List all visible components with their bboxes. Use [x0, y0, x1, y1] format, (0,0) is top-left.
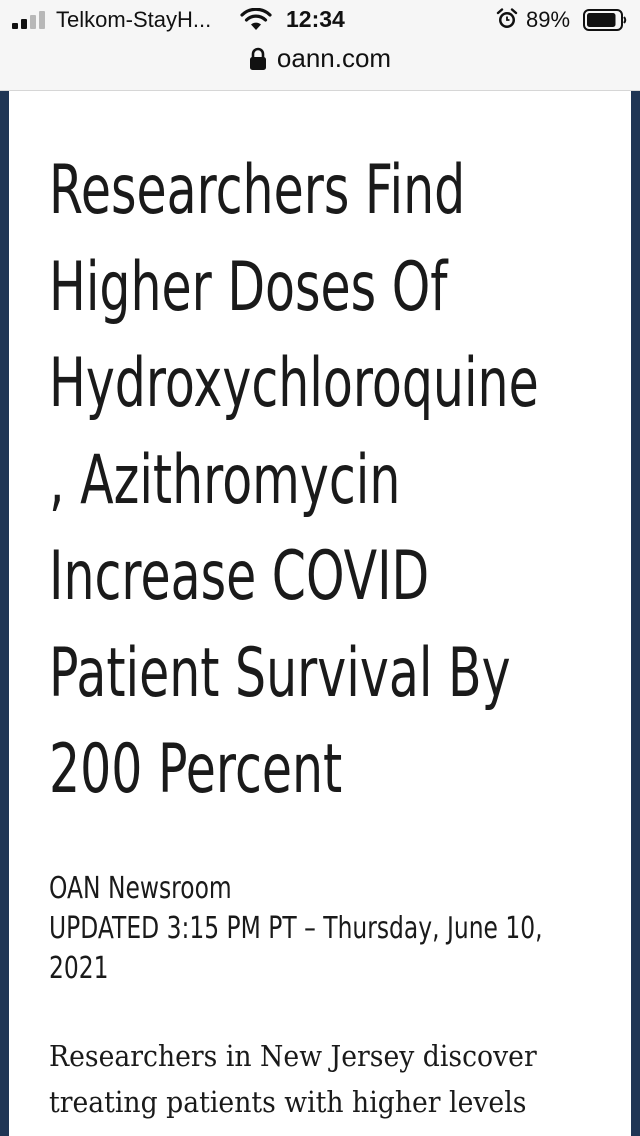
- body-line: of hydroxychloroquine in: [49, 1125, 564, 1136]
- signal-strength-icon: [12, 11, 45, 29]
- battery-icon: [583, 9, 627, 31]
- headline-line: Hydroxychloroquine: [49, 344, 539, 423]
- battery-percentage: 89%: [526, 7, 571, 32]
- updated-timestamp-year: 2021: [49, 951, 109, 986]
- lock-icon: [249, 47, 266, 70]
- headline-line: Increase COVID: [49, 537, 430, 616]
- article-headline: Researchers Find Higher Doses Of Hydroxy…: [49, 143, 539, 819]
- status-time: 12:34: [286, 6, 345, 32]
- body-line: Researchers in New Jersey discover: [49, 1039, 537, 1073]
- headline-line: Patient Survival By: [49, 633, 511, 713]
- address-bar[interactable]: oann.com: [0, 40, 640, 86]
- wifi-icon: [240, 8, 272, 30]
- body-line: treating patients with higher levels: [49, 1085, 527, 1119]
- headline-line: , Azithromycin: [49, 440, 401, 520]
- alarm-clock-icon: [496, 8, 518, 28]
- updated-timestamp: UPDATED 3:15 PM PT – Thursday, June 10,: [49, 911, 543, 946]
- article-meta: OAN Newsroom UPDATED 3:15 PM PT – Thursd…: [49, 869, 543, 989]
- browser-chrome: Telkom-StayH... 12:34 89% oann.com: [0, 0, 640, 91]
- headline-line: Higher Doses Of: [49, 247, 448, 327]
- carrier-name: Telkom-StayH...: [56, 7, 212, 32]
- byline: OAN Newsroom: [49, 871, 232, 906]
- page-border-right: [631, 91, 640, 1136]
- page-border-left: [0, 91, 9, 1136]
- article-content[interactable]: Researchers Find Higher Doses Of Hydroxy…: [9, 91, 631, 1136]
- article-body: Researchers in New Jersey discover treat…: [49, 1033, 564, 1136]
- headline-line: Researchers Find: [49, 151, 466, 230]
- status-bar: Telkom-StayH... 12:34 89%: [0, 0, 640, 40]
- headline-line: 200 Percent: [49, 730, 343, 809]
- url-text[interactable]: oann.com: [277, 43, 391, 74]
